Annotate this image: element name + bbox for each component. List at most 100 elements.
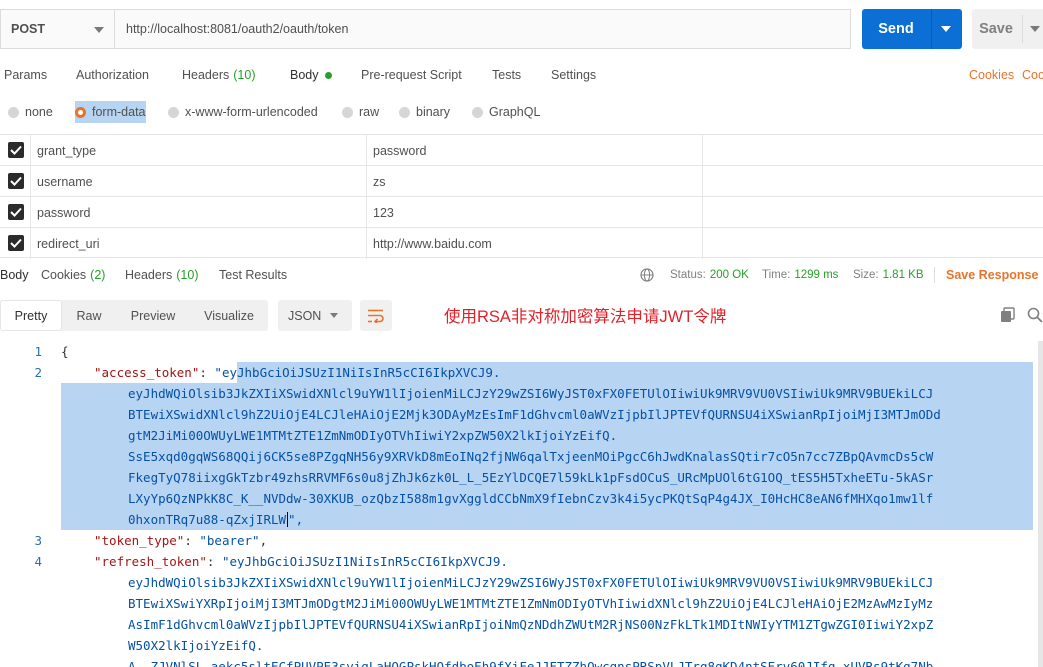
send-options-icon[interactable] [941, 26, 951, 32]
colon: : [184, 533, 200, 548]
tab-authorization[interactable]: Authorization [76, 62, 149, 88]
json-string: eyJhdWQiOlsib3JkZXIiXSwidXNlcl9uYW1lIjoi… [128, 575, 934, 590]
send-button[interactable]: Send [862, 9, 962, 49]
code-line: FkegTyQ78iixgGkTzbr49zhsRRVMF6s0u8jZhJk6… [128, 467, 933, 488]
view-preview[interactable]: Preview [118, 300, 188, 331]
response-tab-test-results-label: Test Results [219, 268, 288, 282]
column-divider [30, 135, 31, 166]
radio-graphql-circle [472, 106, 483, 118]
json-string: "eyJhbGciOiJSUzI1NiIsInR5cCI6IkpXVCJ9. [214, 365, 501, 380]
json-string: W50X2lkIjoiYzEifQ. [128, 638, 264, 653]
table-row: password 123 [0, 196, 1043, 228]
radio-form-data[interactable]: form-data [75, 101, 146, 123]
time-label: Time: [762, 269, 791, 281]
row-value[interactable]: password [373, 135, 427, 166]
code-line: BTEwiXSwiYXRpIjoiMjI3MTJmODgtM2JiMi00OWU… [128, 593, 933, 614]
line-number: 4 [34, 554, 42, 569]
row-key[interactable]: password [37, 197, 91, 228]
view-visualize[interactable]: Visualize [192, 300, 266, 331]
format-select[interactable]: JSON [278, 300, 352, 331]
line-number: 3 [34, 533, 42, 548]
colon: : [199, 365, 215, 380]
row-checkbox[interactable] [8, 173, 24, 189]
code-link[interactable]: Coc [1022, 62, 1043, 88]
tab-settings-label: Settings [551, 68, 597, 82]
row-key[interactable]: username [37, 166, 93, 197]
response-tab-body[interactable]: Body [0, 264, 29, 286]
tab-body-label: Body [290, 68, 319, 82]
code-line: { [61, 341, 69, 362]
view-pretty[interactable]: Pretty [0, 300, 62, 331]
code-line: BTEwiXSwidXNlcl9hZ2UiOjE4LCJleHAiOjE2Mjk… [128, 404, 941, 425]
code-line: 0hxonTRq7u88-qZxjIRLW ", [128, 509, 303, 530]
save-options-icon[interactable] [1030, 26, 1040, 32]
row-value[interactable]: 123 [373, 197, 394, 228]
response-cookies-count: (2) [90, 268, 106, 282]
json-string: LXyYp6QzNPkK8C_K__NVDdw-30XKUB_ozQbzI588… [128, 491, 934, 506]
status-label: Status: [670, 269, 706, 281]
column-divider [366, 197, 367, 228]
cookies-link[interactable]: Cookies [969, 62, 1014, 88]
request-tabs: Params Authorization Headers (10) Body Pr… [0, 62, 1043, 88]
table-row: redirect_uri http://www.baidu.com [0, 227, 1043, 259]
copy-icon[interactable] [1000, 307, 1016, 323]
tab-body[interactable]: Body [290, 62, 332, 88]
wrap-lines-button[interactable] [360, 300, 392, 331]
json-key: "token_type" [94, 533, 185, 548]
save-button[interactable]: Save [972, 9, 1043, 49]
radio-urlencoded[interactable]: x-www-form-urlencoded [168, 101, 318, 123]
response-body-code[interactable]: 1 2 3 4 { "access_token": "eyJhbGciOiJSU… [0, 341, 1043, 667]
row-value[interactable]: http://www.baidu.com [373, 228, 492, 259]
colon: : [206, 554, 222, 569]
row-checkbox[interactable] [8, 142, 24, 158]
json-string: gtM2JiMi00OWUyLWE1MTMtZTE1ZmNmODIyOTVhIi… [128, 428, 618, 443]
column-divider [702, 166, 703, 197]
response-status: Status: 200 OK [670, 264, 749, 286]
row-checkbox[interactable] [8, 235, 24, 251]
globe-icon[interactable] [640, 268, 654, 282]
radio-none[interactable]: none [8, 101, 53, 123]
code-line: LXyYp6QzNPkK8C_K__NVDdw-30XKUB_ozQbzI588… [128, 488, 933, 509]
status-value: 200 OK [709, 269, 749, 281]
column-divider [30, 166, 31, 197]
radio-form-data-circle [75, 106, 86, 118]
code-line: "token_type": "bearer", [94, 530, 267, 551]
meta-divider [934, 267, 935, 283]
code-scrollbar[interactable] [1038, 341, 1043, 667]
row-key[interactable]: grant_type [37, 135, 96, 166]
row-value[interactable]: zs [373, 166, 386, 197]
check-icon [10, 207, 22, 217]
url-input[interactable]: http://localhost:8081/oauth2/oauth/token [114, 9, 851, 49]
tab-headers[interactable]: Headers (10) [182, 62, 255, 88]
save-response-button[interactable]: Save Response [946, 264, 1043, 286]
tab-tests[interactable]: Tests [492, 62, 521, 88]
tab-pre-request-script[interactable]: Pre-request Script [361, 62, 462, 88]
radio-raw[interactable]: raw [342, 101, 379, 123]
check-icon [10, 238, 22, 248]
table-row: username zs [0, 165, 1043, 197]
body-type-radios: none form-data x-www-form-urlencoded raw… [0, 101, 1043, 123]
json-string: BTEwiXSwiYXRpIjoiMjI3MTJmODgtM2JiMi00OWU… [128, 596, 934, 611]
radio-graphql[interactable]: GraphQL [472, 101, 540, 123]
code-line: SsE5xqd0gqWS68QQij6CK5se8PZgqNH56y9XRVkD… [128, 446, 933, 467]
json-string: BTEwiXSwidXNlcl9hZ2UiOjE4LCJleHAiOjE2Mjk… [128, 407, 941, 422]
response-tab-cookies[interactable]: Cookies (2) [41, 264, 105, 286]
row-checkbox[interactable] [8, 204, 24, 220]
search-icon[interactable] [1027, 307, 1043, 323]
response-tab-headers[interactable]: Headers (10) [125, 264, 198, 286]
tab-params[interactable]: Params [4, 62, 47, 88]
view-raw[interactable]: Raw [64, 300, 114, 331]
row-key[interactable]: redirect_uri [37, 228, 100, 259]
table-row: grant_type password [0, 134, 1043, 166]
tab-settings[interactable]: Settings [551, 62, 596, 88]
chevron-down-icon [330, 313, 338, 318]
method-select[interactable]: POST [0, 9, 114, 49]
response-tab-test-results[interactable]: Test Results [219, 264, 287, 286]
tab-params-label: Params [4, 68, 48, 82]
comma: , [259, 533, 268, 548]
column-divider [30, 228, 31, 259]
view-mode-switcher: Pretty Raw Preview Visualize [0, 300, 268, 331]
chevron-down-icon [94, 27, 104, 33]
code-line: "refresh_token": "eyJhbGciOiJSUzI1NiIsIn… [94, 551, 508, 572]
radio-binary[interactable]: binary [399, 101, 450, 123]
